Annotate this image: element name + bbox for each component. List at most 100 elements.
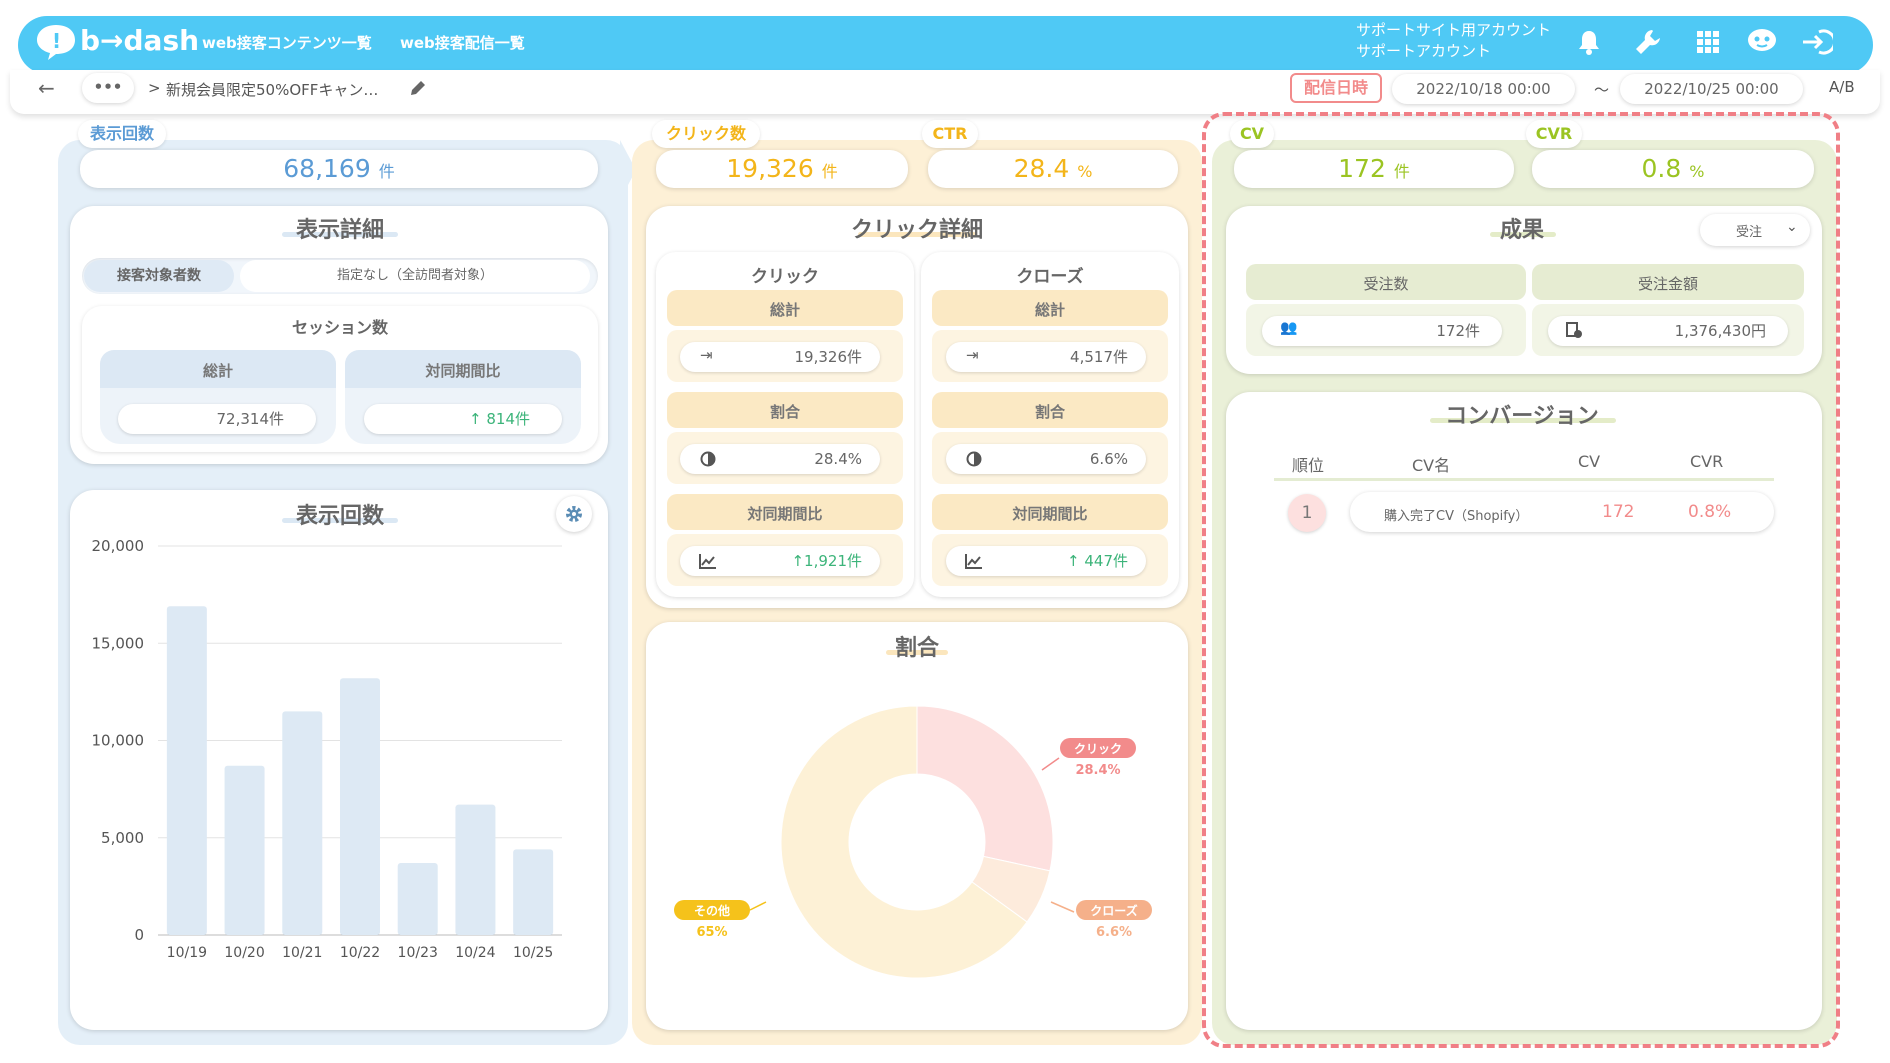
conversion-card	[1226, 392, 1822, 1030]
cvr-value: 0.8	[1641, 154, 1682, 183]
grid-icon[interactable]	[1690, 24, 1726, 60]
edit-pencil-icon[interactable]	[408, 78, 428, 102]
schedule-end[interactable]: 2022/10/25 00:00	[1620, 74, 1803, 104]
slice-name: クローズ	[1090, 903, 1137, 918]
app-logo[interactable]: b→dash	[80, 24, 199, 57]
ctr-value: 28.4	[1013, 154, 1070, 183]
ratio-title: 割合	[894, 636, 939, 661]
chevron-down-icon[interactable]: ⌄	[1786, 219, 1798, 235]
y-tick-label: 15,000	[92, 634, 145, 652]
row-cvr: 0.8%	[1688, 502, 1732, 522]
click-count-value: 19,326	[726, 154, 814, 183]
session-compare-label: 対同期間比	[425, 362, 501, 380]
door-exit-icon: ⇥	[700, 346, 713, 364]
svg-text:!: !	[52, 29, 61, 53]
amount-value: 1,376,430円	[1548, 316, 1788, 346]
line-chart-icon	[965, 553, 983, 573]
col-rank: 順位	[1292, 456, 1325, 475]
cv-value: 172	[1338, 154, 1386, 183]
slice-value: 6.6%	[1096, 925, 1132, 940]
impressions-bar-chart: 20,000 15,000 10,000 5,000 0 10/19 10/20 10/21 1…	[92, 537, 562, 961]
click-subcard-title: クリック	[751, 267, 819, 287]
x-tick-label: 10/21	[282, 945, 322, 961]
cvr-kpi: 0.8 %	[1532, 150, 1814, 188]
col-cv-name: CV名	[1412, 456, 1451, 475]
account-user[interactable]: サポートアカウント	[1356, 41, 1491, 62]
breadcrumb-more-button[interactable]: •••	[82, 73, 134, 103]
segment-value[interactable]: 指定なし（全訪問者対象）	[240, 260, 590, 292]
account-org[interactable]: サポートサイト用アカウント	[1356, 20, 1551, 41]
click-count-kpi: 19,326 件	[656, 150, 908, 188]
col-cvr: CVR	[1690, 452, 1724, 471]
rank-badge: 1	[1288, 494, 1326, 532]
ab-test-link[interactable]: A/B	[1829, 78, 1855, 96]
display-detail-title: 表示詳細	[295, 218, 384, 243]
donut-slice	[916, 705, 1054, 872]
bar	[282, 711, 323, 935]
pie-chart-icon	[966, 451, 982, 471]
cv-unit: 件	[1393, 162, 1410, 181]
chat-bot-icon[interactable]	[1742, 22, 1782, 58]
nav-web-delivery[interactable]: web接客配信一覧	[400, 32, 525, 53]
close-compare-label: 対同期間比	[1012, 505, 1088, 523]
cv-tag: CV	[1230, 120, 1274, 148]
y-tick-label: 0	[134, 926, 144, 944]
schedule-tilde: 〜	[1594, 81, 1610, 99]
chart-settings-gear-icon[interactable]	[556, 496, 592, 532]
impressions-kpi-value: 68,169	[283, 154, 371, 183]
x-tick-label: 10/23	[398, 945, 438, 961]
impressions-kpi-unit: 件	[378, 162, 395, 181]
users-icon: 👥	[1280, 320, 1298, 336]
ctr-tag: CTR	[922, 120, 978, 148]
conversion-title: コンバージョン	[1445, 404, 1599, 429]
nav-web-contents[interactable]: web接客コンテンツ一覧	[202, 32, 372, 53]
session-compare-value: ↑ 814件	[364, 404, 562, 434]
slice-name: クリック	[1074, 742, 1122, 756]
breadcrumb-current[interactable]: 新規会員限定50%OFFキャン…	[166, 79, 378, 100]
click-detail-title: クリック詳細	[850, 218, 983, 243]
session-total-value: 72,314件	[118, 404, 316, 434]
bell-icon[interactable]	[1571, 24, 1607, 60]
leader-line	[1041, 757, 1060, 771]
bar	[455, 804, 496, 935]
result-select-value[interactable]: 受注	[1736, 221, 1762, 240]
row-cv-name: 購入完了CV（Shopify）	[1384, 509, 1529, 524]
x-tick-label: 10/24	[455, 945, 495, 961]
x-tick-label: 10/20	[224, 945, 264, 961]
cvr-unit: %	[1689, 162, 1705, 181]
amount-label: 受注金額	[1637, 275, 1698, 293]
bar	[397, 863, 438, 935]
result-title: 成果	[1499, 218, 1544, 243]
bar	[166, 606, 207, 935]
click-ratio-label: 割合	[769, 403, 800, 421]
orders-value: 172件	[1262, 316, 1502, 346]
bar	[340, 678, 380, 935]
door-exit-icon: ⇥	[966, 346, 979, 364]
cv-kpi: 172 件	[1234, 150, 1514, 188]
row-cv: 172	[1602, 502, 1635, 522]
y-tick-label: 20,000	[92, 537, 145, 555]
impressions-kpi: 68,169 件	[80, 150, 598, 188]
pie-chart-icon	[700, 451, 716, 471]
click-count-tag: クリック数	[652, 120, 760, 148]
x-tick-label: 10/25	[513, 945, 553, 961]
ctr-unit: %	[1077, 162, 1093, 181]
click-compare-label: 対同期間比	[747, 505, 823, 523]
leader-line	[749, 901, 767, 911]
back-arrow-icon[interactable]: ←	[38, 76, 55, 100]
ctr-kpi: 28.4 %	[928, 150, 1178, 188]
orders-label: 受注数	[1363, 275, 1409, 293]
x-tick-label: 10/22	[340, 945, 380, 961]
click-count-unit: 件	[821, 162, 838, 181]
close-subcard-title: クローズ	[1016, 267, 1084, 287]
table-header-rule	[1274, 478, 1774, 481]
breadcrumb-separator: >	[148, 79, 161, 97]
click-total-label: 総計	[769, 301, 800, 319]
invoice-yen-icon	[1566, 322, 1582, 342]
impressions-tag: 表示回数	[78, 120, 166, 148]
line-chart-icon	[699, 553, 717, 573]
wrench-icon[interactable]	[1630, 24, 1666, 60]
schedule-start[interactable]: 2022/10/18 00:00	[1392, 74, 1575, 104]
segment-target-users[interactable]: 接客対象者数	[84, 260, 234, 292]
logout-icon[interactable]	[1799, 24, 1835, 60]
